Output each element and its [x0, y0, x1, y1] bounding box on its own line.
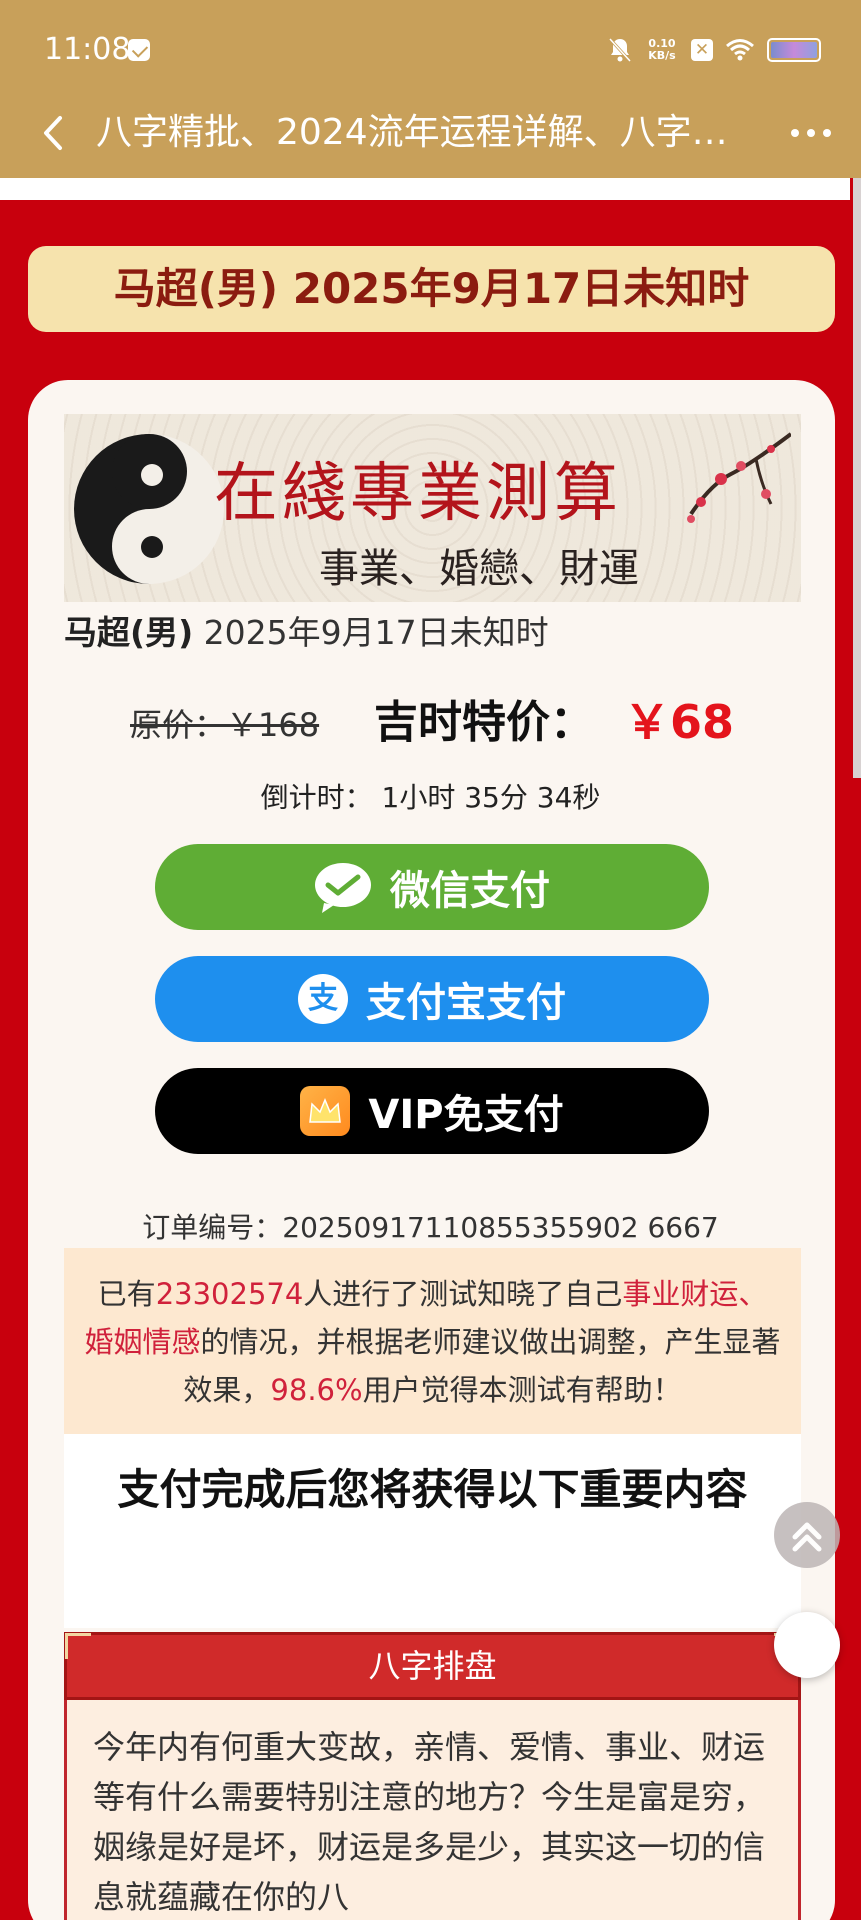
stats-text-2: 人进行了测试知晓了自己 [303, 1277, 623, 1311]
wifi-icon [726, 39, 754, 61]
battery-icon [767, 38, 821, 62]
yin-yang-icon [74, 434, 224, 584]
alipay-button[interactable]: 支 支付宝支付 [155, 956, 709, 1042]
banner-subtitle: 事業、婚戀、財運 [319, 546, 639, 592]
section-header-bazi: 八字排盘 [64, 1632, 801, 1700]
subject-name: 马超(男) [64, 613, 194, 652]
net-speed-unit: KB/s [648, 49, 676, 62]
vip-free-button[interactable]: VIP免支付 [155, 1068, 709, 1154]
status-bar: 11:08 0.10 KB/s ✕ [0, 0, 861, 100]
subject-date: 2025年9月17日未知时 [193, 613, 549, 652]
subject-header-text: 马超(男) 2025年9月17日未知时 [113, 264, 750, 313]
countdown-timer: 倒计时： 1小时 35分 34秒 [260, 781, 601, 814]
x-app-icon: ✕ [691, 39, 713, 61]
stats-text-4: 用户觉得本测试有帮助！ [362, 1373, 682, 1407]
status-icons: 0.10 KB/s ✕ [607, 34, 821, 66]
testimonial-stats: 已有23302574人进行了测试知晓了自己事业财运、婚姻情感的情况，并根据老师建… [64, 1248, 801, 1434]
original-price: 原价：￥168 [130, 706, 320, 744]
stats-percent: 98.6% [270, 1373, 363, 1407]
stats-count: 23302574 [155, 1277, 304, 1311]
plum-blossom-icon [687, 432, 791, 523]
scroll-to-top-button[interactable] [774, 1502, 840, 1568]
special-price-value: ￥68 [624, 695, 735, 749]
alipay-label: 支付宝支付 [366, 980, 566, 1026]
top-bar: 11:08 0.10 KB/s ✕ 八字精批、2024流年运程详解、八字… [0, 0, 861, 178]
banner-image: 在綫專業測算 事業、婚戀、財運 [64, 414, 801, 602]
nav-bar: 八字精批、2024流年运程详解、八字… [0, 100, 861, 178]
more-options-icon[interactable] [783, 108, 839, 158]
banner-title: 在綫專業測算 [214, 457, 622, 531]
floating-action-button[interactable] [774, 1612, 840, 1678]
section-body: 今年内有何重大变故，亲情、爱情、事业、财运等有什么需要特别注意的地方？今生是富是… [64, 1700, 801, 1920]
stats-text-1: 已有 [97, 1277, 156, 1311]
section-title: 八字排盘 [368, 1647, 497, 1685]
page-title: 八字精批、2024流年运程详解、八字… [96, 112, 728, 153]
subject-line: 马超(男) 2025年9月17日未知时 [64, 606, 549, 654]
back-arrow-icon[interactable] [32, 108, 82, 158]
corner-ornament [65, 1633, 91, 1659]
vip-free-label: VIP免支付 [368, 1092, 564, 1138]
crown-icon [300, 1086, 351, 1136]
special-price-label: 吉时特价： [374, 697, 594, 748]
order-number: 订单编号：20250917110855355902 6667 [142, 1211, 719, 1244]
mute-bell-icon [608, 37, 632, 63]
status-time: 11:08 [44, 32, 131, 67]
wechat-icon [315, 863, 371, 913]
wechat-pay-button[interactable]: 微信支付 [155, 844, 709, 930]
page-top-strip [0, 178, 850, 200]
message-notification-icon [128, 39, 150, 61]
alipay-icon: 支 [298, 974, 348, 1024]
benefits-box: 支付完成后您将获得以下重要内容 [64, 1434, 801, 1628]
benefits-title: 支付完成后您将获得以下重要内容 [117, 1465, 748, 1514]
net-speed: 0.10 KB/s [645, 38, 679, 62]
wechat-pay-label: 微信支付 [390, 868, 550, 914]
price-row: 原价：￥168 吉时特价： ￥68 [0, 686, 861, 750]
double-chevron-up-icon [792, 1522, 822, 1552]
subject-header: 马超(男) 2025年9月17日未知时 [28, 246, 835, 332]
